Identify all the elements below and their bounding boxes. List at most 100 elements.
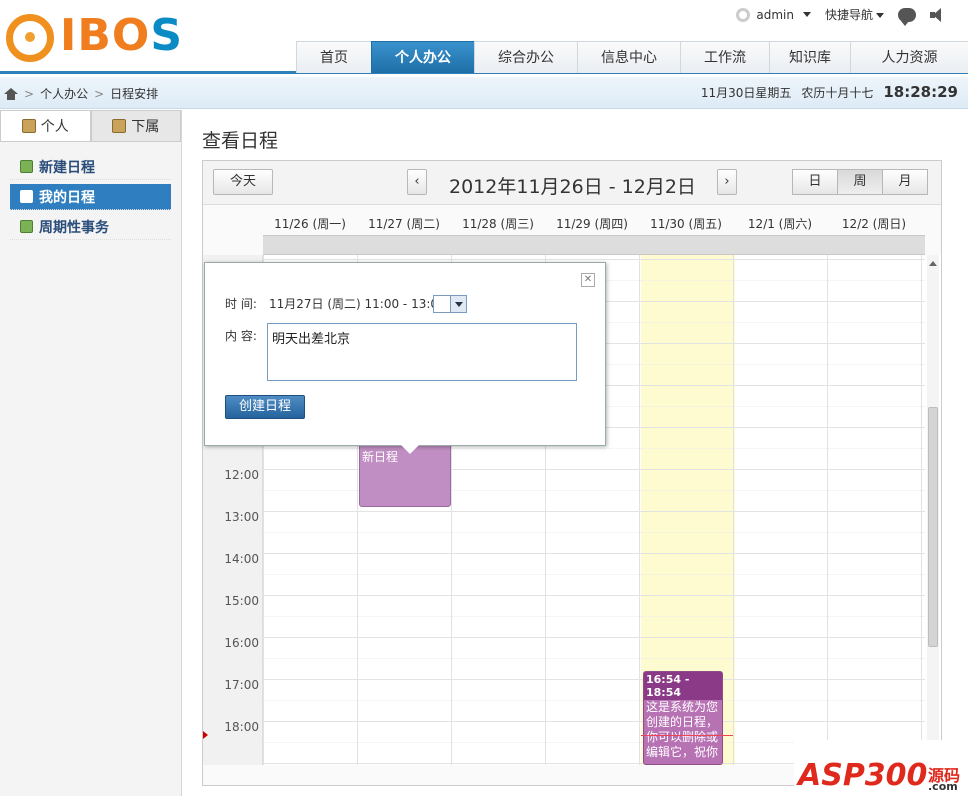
app-root: IBOS admin 快捷导航 首页 个人办公 综合办公 信息中心 工作流 知识… xyxy=(0,0,968,796)
breadcrumb-bar: > 个人办公 > 日程安排 11月30日星期五 农历十月十七 18:28:29 xyxy=(0,77,968,109)
grid-line xyxy=(263,721,925,722)
day-header: 12/1 (周六) xyxy=(747,217,813,231)
next-week-button[interactable]: › xyxy=(717,169,737,195)
message-icon[interactable] xyxy=(898,7,916,26)
user-status-icon xyxy=(736,7,751,22)
nav-tab-home[interactable]: 首页 xyxy=(296,41,371,73)
day-header: 11/29 (周四) xyxy=(556,217,628,231)
event-text: 这是系统为您创建的日程，你可以删除或编辑它，祝你 xyxy=(646,700,719,759)
quick-create-popup: ✕ 时 间: 11月27日 (周二) 11:00 - 13:00 内 容: 明天… xyxy=(204,262,606,454)
scroll-up-icon[interactable] xyxy=(929,261,937,266)
time-label: 时 间: xyxy=(225,297,257,311)
quicknav-menu[interactable]: 快捷导航 xyxy=(825,6,884,23)
hour-label: 14:00 xyxy=(224,552,259,566)
separator: > xyxy=(94,86,105,101)
calendar-icon xyxy=(20,190,33,203)
nav-tab-workflow[interactable]: 工作流 xyxy=(680,41,769,73)
grid-line xyxy=(263,553,925,554)
sidebar-item-new-schedule[interactable]: 新建日程 xyxy=(10,154,171,180)
lunar-date: 农历十月十七 xyxy=(801,86,874,100)
day-headers: 11/26 (周一) 11/27 (周二) 11/28 (周三) 11/29 (… xyxy=(263,215,921,232)
nav-tab-hr[interactable]: 人力资源 xyxy=(850,41,968,73)
breadcrumb-personal[interactable]: 个人办公 xyxy=(40,85,88,102)
event-time: 16:54 - 18:54 xyxy=(644,672,722,700)
grid-line xyxy=(263,637,925,638)
clock: 18:28:29 xyxy=(883,83,958,101)
home-icon[interactable] xyxy=(4,87,18,100)
sidebar-tab-personal[interactable]: 个人 xyxy=(0,110,91,141)
recurring-icon xyxy=(20,220,33,233)
nav-tab-personal[interactable]: 个人办公 xyxy=(371,41,474,73)
hour-label: 13:00 xyxy=(224,510,259,524)
chevron-down-icon[interactable] xyxy=(450,296,466,312)
view-day-button[interactable]: 日 xyxy=(792,169,838,195)
sidebar-item-label: 新建日程 xyxy=(39,159,95,176)
time-picker[interactable] xyxy=(433,295,467,313)
quicknav-label: 快捷导航 xyxy=(824,8,873,22)
hour-label: 18:00 xyxy=(224,720,259,734)
grid-line xyxy=(263,574,925,575)
all-day-row[interactable] xyxy=(263,235,925,255)
sidebar-tab-label: 下属 xyxy=(131,119,160,135)
scroll-thumb[interactable] xyxy=(928,407,938,647)
hour-label: 15:00 xyxy=(224,594,259,608)
sidebar-tab-subordinates[interactable]: 下属 xyxy=(90,110,181,141)
sidebar-item-my-schedule[interactable]: 我的日程 xyxy=(10,184,171,210)
current-date: 11月30日星期五 xyxy=(700,86,792,100)
nav-tab-office[interactable]: 综合办公 xyxy=(474,41,577,73)
top-links: admin 快捷导航 xyxy=(736,6,946,26)
sound-icon[interactable] xyxy=(930,7,946,22)
content-label: 内 容: xyxy=(225,329,257,343)
day-header: 11/28 (周三) xyxy=(462,217,534,231)
system-event-block[interactable]: 16:54 - 18:54 这是系统为您创建的日程，你可以删除或编辑它，祝你 xyxy=(643,671,723,765)
username: admin xyxy=(756,7,794,22)
sidebar: 个人 下属 新建日程 我的日程 周期性事务 xyxy=(0,110,182,796)
calendar-icon xyxy=(21,119,36,133)
header: IBOS admin 快捷导航 首页 个人办公 综合办公 信息中心 工作流 知识… xyxy=(0,0,968,74)
logo-wordmark: IBOS xyxy=(60,10,184,61)
logo-mark-icon xyxy=(6,14,54,62)
day-column-divider xyxy=(733,255,734,765)
watermark-logo: ASP300 源码 .com xyxy=(794,740,968,796)
hour-label: 16:00 xyxy=(224,636,259,650)
sidebar-item-recurring[interactable]: 周期性事务 xyxy=(10,214,171,240)
grid-line xyxy=(263,700,925,701)
watermark-brand: ASP300 xyxy=(798,758,928,793)
day-header: 11/30 (周五) xyxy=(650,217,722,231)
view-week-button[interactable]: 周 xyxy=(837,169,883,195)
day-column-divider xyxy=(827,255,828,765)
prev-week-button[interactable]: ‹ xyxy=(407,169,427,195)
page-title: 查看日程 xyxy=(202,130,279,152)
view-month-button[interactable]: 月 xyxy=(882,169,928,195)
nav-tab-info[interactable]: 信息中心 xyxy=(577,41,680,73)
chevron-down-icon xyxy=(802,12,811,17)
date-info: 11月30日星期五 农历十月十七 18:28:29 xyxy=(701,83,958,101)
day-header: 11/26 (周一) xyxy=(274,217,346,231)
sidebar-tabs: 个人 下属 xyxy=(0,110,181,142)
sidebar-item-label: 我的日程 xyxy=(39,189,95,206)
grid-line xyxy=(263,658,925,659)
breadcrumb: > 个人办公 > 日程安排 xyxy=(4,85,158,102)
current-time-marker-icon xyxy=(203,731,208,739)
users-icon xyxy=(112,119,127,133)
close-icon[interactable]: ✕ xyxy=(581,273,595,287)
sidebar-tab-label: 个人 xyxy=(40,119,69,135)
current-time-line xyxy=(641,735,733,736)
user-menu[interactable]: admin xyxy=(736,7,811,22)
grid-line xyxy=(263,679,925,680)
chevron-down-icon xyxy=(876,13,884,18)
nav-tab-knowledge[interactable]: 知识库 xyxy=(769,41,850,73)
event-label: 新日程 xyxy=(362,450,399,464)
ibos-logo[interactable]: IBOS xyxy=(6,10,182,62)
content-field[interactable]: 明天出差北京 xyxy=(267,323,577,381)
grid-scrollbar[interactable] xyxy=(927,255,939,765)
grid-line xyxy=(263,616,925,617)
main-nav: 首页 个人办公 综合办公 信息中心 工作流 知识库 人力资源 xyxy=(296,41,968,73)
popup-pointer xyxy=(401,445,419,454)
create-schedule-button[interactable]: 创建日程 xyxy=(225,395,305,419)
grid-line xyxy=(263,595,925,596)
today-button[interactable]: 今天 xyxy=(213,169,273,195)
grid-line xyxy=(263,532,925,533)
day-header: 12/2 (周日) xyxy=(841,217,907,231)
day-header: 11/27 (周二) xyxy=(368,217,440,231)
